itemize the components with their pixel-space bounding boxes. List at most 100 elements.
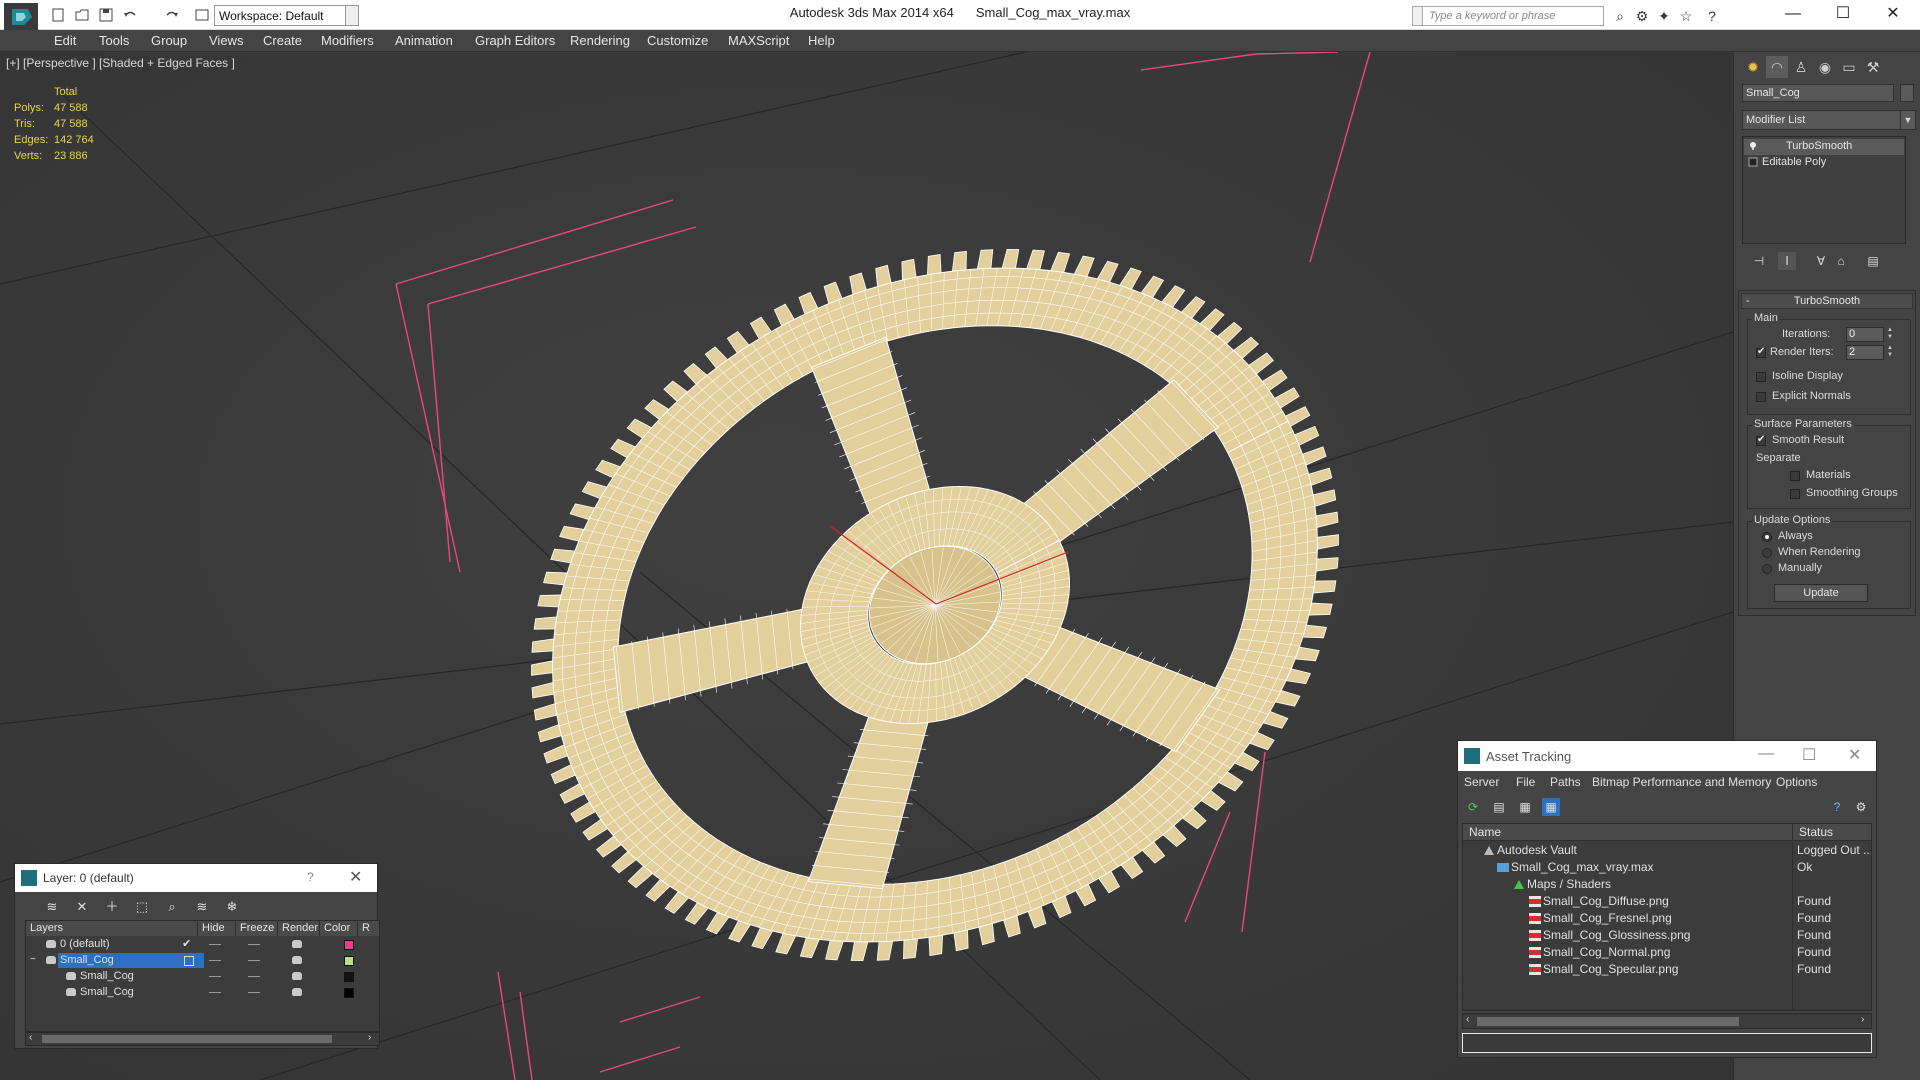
menu-file[interactable]: File — [1516, 775, 1535, 789]
spinner-arrows-icon[interactable]: ▲ ▼ — [1886, 327, 1894, 342]
object-name-field[interactable]: Small_Cog — [1742, 84, 1894, 102]
minimize-button[interactable]: — — [1758, 745, 1774, 763]
menu-paths[interactable]: Paths — [1550, 775, 1581, 789]
spinner-arrows-icon[interactable]: ▲ ▼ — [1886, 345, 1894, 360]
subscription-icon[interactable]: ⚙ — [1634, 8, 1650, 24]
settings-icon[interactable]: ⚙ — [1852, 798, 1870, 816]
help-icon[interactable]: ? — [1704, 8, 1720, 24]
horizontal-scrollbar[interactable]: ‹ › — [1462, 1013, 1872, 1029]
iterations-spinner[interactable]: 0 — [1846, 327, 1884, 342]
create-layer-icon[interactable]: ≋ — [43, 898, 61, 916]
asset-row[interactable]: Small_Cog_Fresnel.png Found — [1463, 910, 1871, 927]
utilities-tab-icon[interactable]: ⚒ — [1862, 56, 1884, 78]
active-layer-check-icon[interactable]: ✔ — [182, 937, 191, 950]
column-header-hide[interactable]: Hide — [198, 921, 236, 936]
column-header-radiosity[interactable]: R — [358, 921, 379, 936]
delete-layer-icon[interactable]: ✕ — [73, 898, 91, 916]
render-toggle-icon[interactable] — [292, 940, 302, 948]
show-end-result-icon[interactable]: Ⅰ — [1778, 252, 1796, 270]
stack-item-turbosmooth[interactable]: TurboSmooth — [1744, 139, 1904, 155]
viewport-label-menu[interactable]: [+] [Perspective ] [Shaded + Edged Faces… — [6, 56, 235, 70]
menu-rendering[interactable]: Rendering — [570, 33, 630, 48]
when-rendering-radio[interactable] — [1762, 548, 1772, 558]
scrollbar-thumb[interactable] — [42, 1035, 332, 1043]
make-unique-icon[interactable]: ∀ — [1812, 252, 1830, 270]
close-button[interactable]: ✕ — [1870, 0, 1916, 30]
layer-color-swatch[interactable] — [344, 956, 354, 966]
pin-stack-icon[interactable]: ⊣ — [1750, 252, 1768, 270]
hide-toggle[interactable] — [209, 960, 221, 961]
binoculars-icon[interactable]: ⌕ — [1612, 8, 1628, 24]
chevron-down-icon[interactable]: ▼ — [1900, 110, 1916, 130]
menu-tools[interactable]: Tools — [99, 33, 129, 48]
column-header-color[interactable]: Color — [320, 921, 358, 936]
expand-toggle-icon[interactable] — [1748, 157, 1758, 167]
hierarchy-tab-icon[interactable]: ♙ — [1790, 56, 1812, 78]
object-color-swatch[interactable] — [344, 972, 354, 982]
asset-row[interactable]: Small_Cog_Glossiness.png Found — [1463, 927, 1871, 944]
menu-server[interactable]: Server — [1464, 775, 1499, 789]
always-radio[interactable] — [1762, 532, 1772, 542]
asset-row[interactable]: Small_Cog_max_vray.max Ok — [1463, 859, 1871, 876]
asset-row[interactable]: Small_Cog_Specular.png Found — [1463, 961, 1871, 978]
table-view-icon[interactable]: ▦ — [1542, 798, 1560, 816]
column-header-render[interactable]: Render — [278, 921, 320, 936]
help-button[interactable]: ? — [307, 870, 314, 884]
explicit-normals-checkbox[interactable] — [1756, 392, 1766, 402]
help-icon[interactable]: ? — [1828, 798, 1846, 816]
freeze-toggle[interactable] — [248, 976, 260, 977]
layer-color-swatch[interactable] — [344, 940, 354, 950]
layer-row[interactable]: − Small_Cog — [26, 953, 379, 969]
freeze-all-icon[interactable]: ❄ — [223, 898, 241, 916]
active-layer-box[interactable] — [184, 956, 194, 966]
freeze-toggle[interactable] — [248, 960, 260, 961]
column-header-layers[interactable]: Layers — [26, 921, 198, 936]
menu-options[interactable]: Options — [1776, 775, 1817, 789]
asset-row[interactable]: Small_Cog_Normal.png Found — [1463, 944, 1871, 961]
asset-row[interactable]: Small_Cog_Diffuse.png Found — [1463, 893, 1871, 910]
menu-animation[interactable]: Animation — [395, 33, 453, 48]
menu-group[interactable]: Group — [151, 33, 187, 48]
maximize-button[interactable]: ☐ — [1802, 745, 1816, 765]
menu-maxscript[interactable]: MAXScript — [728, 33, 789, 48]
modifier-list-dropdown[interactable]: Modifier List — [1742, 110, 1902, 130]
horizontal-scrollbar[interactable]: ‹ › — [25, 1032, 380, 1046]
stack-item-editable-poly[interactable]: Editable Poly — [1744, 155, 1904, 171]
close-button[interactable]: ✕ — [349, 867, 362, 887]
object-color-swatch[interactable] — [344, 988, 354, 998]
materials-checkbox[interactable] — [1790, 471, 1800, 481]
scrollbar-thumb[interactable] — [1477, 1017, 1739, 1026]
render-toggle-icon[interactable] — [292, 972, 302, 980]
column-header-status[interactable]: Status — [1793, 824, 1871, 841]
motion-tab-icon[interactable]: ◉ — [1814, 56, 1836, 78]
object-row[interactable]: Small_Cog — [26, 969, 379, 985]
freeze-toggle[interactable] — [248, 944, 260, 945]
object-color-swatch[interactable] — [1900, 84, 1914, 102]
add-to-layer-icon[interactable]: ＋ — [103, 898, 121, 916]
highlight-layer-icon[interactable]: ⌕ — [163, 898, 181, 916]
hide-all-icon[interactable]: ≋ — [193, 898, 211, 916]
maximize-button[interactable]: ☐ — [1820, 0, 1866, 30]
menu-views[interactable]: Views — [209, 33, 243, 48]
list-view-icon[interactable]: ▤ — [1490, 798, 1508, 816]
asset-row[interactable]: Autodesk Vault Logged Out ... — [1463, 842, 1871, 859]
render-toggle-icon[interactable] — [292, 988, 302, 996]
render-iters-spinner[interactable]: 2 — [1846, 345, 1884, 360]
thumbnail-view-icon[interactable]: ▦ — [1516, 798, 1534, 816]
menu-edit[interactable]: Edit — [54, 33, 76, 48]
display-tab-icon[interactable]: ▭ — [1838, 56, 1860, 78]
update-button[interactable]: Update — [1774, 584, 1868, 602]
modify-tab-icon[interactable]: ◠ — [1766, 56, 1788, 78]
hide-toggle[interactable] — [209, 992, 221, 993]
rollout-header[interactable]: - TurboSmooth — [1741, 293, 1913, 309]
column-header-freeze[interactable]: Freeze — [236, 921, 278, 936]
render-iters-checkbox[interactable] — [1756, 346, 1766, 358]
select-objects-icon[interactable]: ⬚ — [133, 898, 151, 916]
isoline-display-checkbox[interactable] — [1756, 372, 1766, 382]
remove-modifier-icon[interactable]: ⌂ — [1832, 252, 1850, 270]
smooth-result-checkbox[interactable] — [1756, 434, 1766, 446]
create-tab-icon[interactable]: ✹ — [1742, 56, 1764, 78]
object-row[interactable]: Small_Cog — [26, 985, 379, 1001]
close-button[interactable]: ✕ — [1848, 745, 1861, 765]
menu-graph-editors[interactable]: Graph Editors — [475, 33, 555, 48]
